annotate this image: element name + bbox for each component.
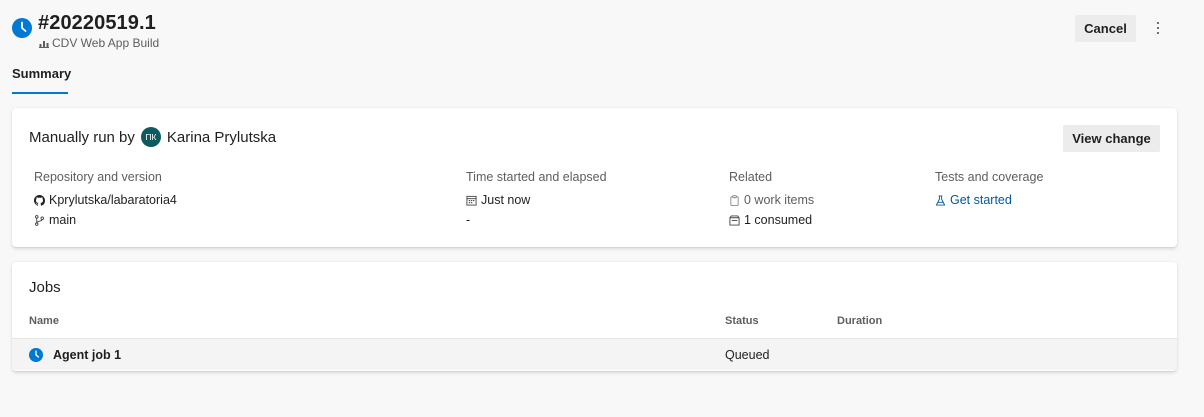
job-name: Agent job 1 bbox=[53, 348, 122, 362]
get-started-label: Get started bbox=[950, 193, 1012, 207]
related-section: Related 0 work items 1 consumed bbox=[729, 170, 814, 230]
view-change-button[interactable]: View change bbox=[1063, 125, 1160, 152]
work-items-count: 0 work items bbox=[744, 193, 815, 207]
column-header-status: Status bbox=[725, 315, 759, 327]
more-vertical-icon[interactable] bbox=[1148, 16, 1168, 40]
trigger-info: Manually run by ПК Karina Prylutska bbox=[29, 127, 276, 147]
column-header-name: Name bbox=[29, 315, 59, 327]
time-elapsed: - bbox=[466, 210, 607, 230]
artifact-icon bbox=[729, 214, 740, 226]
pipeline-icon bbox=[39, 41, 49, 48]
trigger-user-name: Karina Prylutska bbox=[166, 128, 277, 146]
time-started-value: Just now bbox=[481, 193, 531, 207]
avatar[interactable]: ПК bbox=[140, 127, 161, 147]
pipeline-link[interactable]: CDV Web App Build bbox=[39, 36, 159, 50]
repository-section: Repository and version Kprylutska/labara… bbox=[34, 170, 177, 230]
branch-link[interactable]: main bbox=[34, 210, 177, 230]
queued-clock-icon bbox=[12, 18, 32, 38]
table-row[interactable]: Agent job 1 Queued bbox=[12, 338, 1177, 370]
github-icon bbox=[34, 194, 45, 206]
get-started-link[interactable]: Get started bbox=[935, 190, 1043, 210]
repository-name: Kprylutska/labaratoria4 bbox=[49, 193, 177, 207]
jobs-card: Jobs Name Status Duration Agent job 1 Qu… bbox=[12, 262, 1177, 371]
related-label: Related bbox=[729, 170, 773, 184]
trigger-prefix: Manually run by bbox=[29, 128, 135, 146]
repository-label: Repository and version bbox=[34, 170, 162, 184]
tab-selected-indicator bbox=[12, 92, 68, 94]
consumed-link[interactable]: 1 consumed bbox=[729, 210, 814, 230]
tests-label: Tests and coverage bbox=[935, 170, 1044, 184]
time-label: Time started and elapsed bbox=[466, 170, 607, 184]
time-started: Just now bbox=[466, 190, 607, 210]
consumed-count: 1 consumed bbox=[744, 213, 813, 227]
work-items-link[interactable]: 0 work items bbox=[729, 190, 814, 210]
pipeline-name: CDV Web App Build bbox=[52, 36, 160, 50]
tab-summary[interactable]: Summary bbox=[12, 66, 71, 94]
jobs-title: Jobs bbox=[29, 279, 61, 296]
job-status: Queued bbox=[725, 348, 770, 362]
branch-name: main bbox=[49, 213, 77, 227]
cancel-button[interactable]: Cancel bbox=[1075, 15, 1136, 42]
column-header-duration: Duration bbox=[837, 315, 883, 327]
clipboard-icon bbox=[730, 194, 739, 206]
time-elapsed-value: - bbox=[466, 213, 471, 227]
run-header: #20220519.1 CDV Web App Build Cancel Sum… bbox=[0, 0, 1204, 100]
calendar-icon bbox=[466, 195, 477, 206]
repository-link[interactable]: Kprylutska/labaratoria4 bbox=[34, 190, 177, 210]
run-number-title: #20220519.1 bbox=[38, 12, 156, 34]
time-section: Time started and elapsed Just now - bbox=[466, 170, 607, 230]
branch-icon bbox=[35, 214, 44, 226]
beaker-icon bbox=[935, 194, 946, 206]
queued-clock-icon bbox=[29, 348, 43, 362]
tests-section: Tests and coverage Get started bbox=[935, 170, 1043, 210]
run-summary-card: Manually run by ПК Karina Prylutska View… bbox=[12, 108, 1177, 247]
